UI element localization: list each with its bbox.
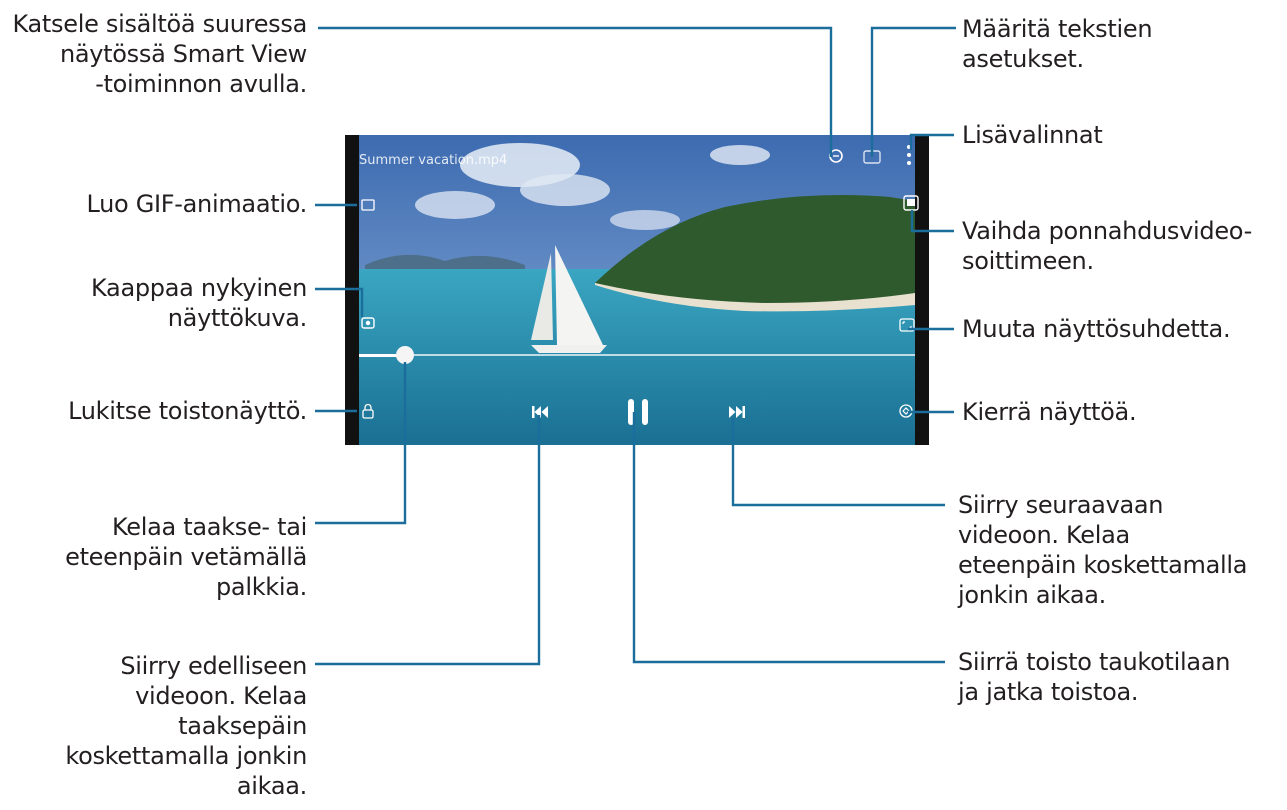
callout-rotate: Kierrä näyttöä. — [962, 398, 1137, 426]
leader-next — [731, 418, 945, 507]
callout-previous: Siirry edelliseen videoon. Kelaa taaksep… — [65, 652, 307, 800]
leader-more — [909, 133, 954, 150]
callout-pause: Siirrä toisto taukotilaan ja jatka toist… — [958, 648, 1231, 706]
leader-previous — [315, 415, 541, 666]
leader-subtitles — [870, 26, 956, 157]
leader-pause — [632, 412, 945, 664]
callout-capture: Kaappaa nykyinen näyttökuva. — [91, 274, 307, 332]
callout-popup-player: Vaihda ponnahdusvideo- soittimeen. — [962, 217, 1252, 275]
callout-ratio: Muuta näyttösuhdetta. — [962, 315, 1231, 343]
callout-lock: Lukitse toistonäyttö. — [68, 397, 307, 425]
callout-subtitles: Määritä tekstien asetukset. — [962, 15, 1153, 73]
callout-next: Siirry seuraavaan videoon. Kelaa eteenpä… — [958, 491, 1248, 609]
callout-more-options: Lisävalinnat — [962, 121, 1103, 149]
leader-capture — [315, 287, 364, 317]
callout-gif: Luo GIF-animaatio. — [86, 190, 307, 218]
leader-popup — [910, 210, 954, 233]
callout-seek: Kelaa taakse- tai eteenpäin vetämällä pa… — [65, 513, 307, 601]
leader-seek — [315, 362, 407, 525]
leader-smart-view — [318, 26, 833, 157]
callout-smart-view: Katsele sisältöä suuressa näytössä Smart… — [12, 10, 308, 98]
